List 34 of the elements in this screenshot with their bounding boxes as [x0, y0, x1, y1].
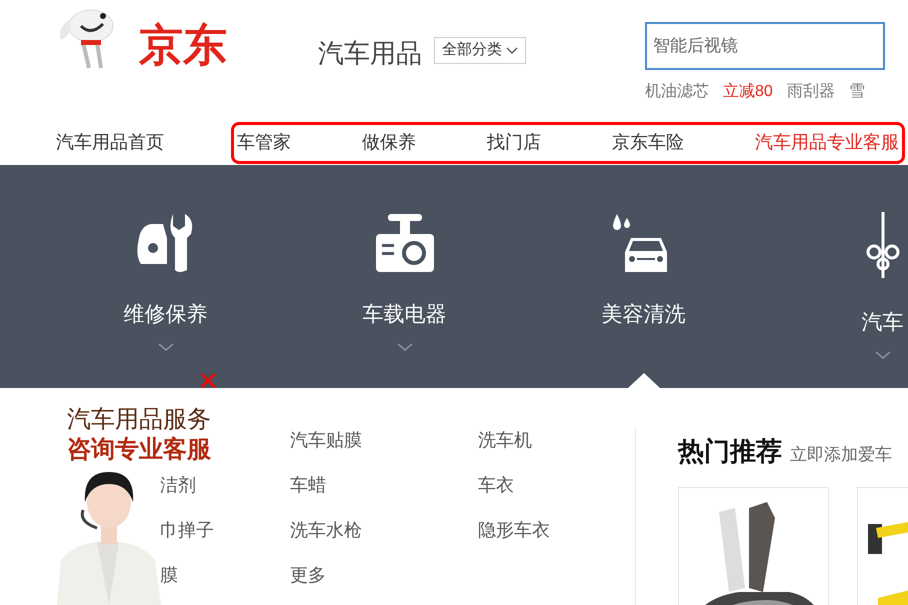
add-car-link[interactable]: 立即添加爱车: [790, 442, 892, 468]
nav-link[interactable]: 找门店: [487, 129, 541, 156]
submenu-link[interactable]: 隐形车衣: [478, 518, 635, 542]
search-field[interactable]: 智能后视镜: [645, 22, 885, 70]
nav-link[interactable]: 汽车用品首页: [56, 129, 231, 156]
nav-link[interactable]: 京东车险: [612, 129, 684, 156]
nav-link[interactable]: 汽车用品专业客服: [755, 129, 899, 156]
submenu-link[interactable]: 膜: [160, 563, 290, 587]
keyword-link[interactable]: 立减80: [723, 80, 773, 104]
submenu-link[interactable]: 洗车水枪: [290, 518, 478, 542]
channel-title: 汽车用品: [318, 37, 422, 70]
category-link[interactable]: 美容清洗: [602, 299, 686, 330]
keyword-link[interactable]: 机油滤芯: [645, 80, 709, 104]
submenu-link[interactable]: 车衣: [478, 473, 635, 497]
category-link[interactable]: 车载电器: [362, 299, 446, 330]
category-link[interactable]: 维修保养: [124, 299, 208, 330]
section-title: 热门推荐: [678, 435, 782, 468]
nav-link[interactable]: 车管家: [237, 129, 291, 156]
submenu-link[interactable]: 洁剂: [160, 473, 290, 497]
category-link[interactable]: 汽车: [862, 307, 904, 338]
nav-link[interactable]: 做保养: [362, 129, 416, 156]
submenu-link[interactable]: 巾掸子: [160, 518, 290, 542]
logo-text[interactable]: 京东: [139, 24, 227, 68]
dashcam-icon: [374, 212, 436, 274]
submenu-link[interactable]: 洗车机: [478, 428, 635, 452]
category-dropdown[interactable]: 全部分类: [434, 37, 526, 64]
submenu-link[interactable]: 更多: [290, 563, 478, 587]
chevron-down-icon: [506, 46, 518, 54]
keyword-link[interactable]: 雨刮器: [786, 80, 835, 104]
submenu-link[interactable]: 汽车贴膜: [290, 428, 478, 452]
service-title: 汽车用品服务: [67, 405, 211, 435]
keyword-link[interactable]: 雪: [848, 80, 865, 104]
service-link[interactable]: 咨询专业客服: [67, 432, 211, 468]
submenu-link[interactable]: 车蜡: [290, 473, 478, 497]
